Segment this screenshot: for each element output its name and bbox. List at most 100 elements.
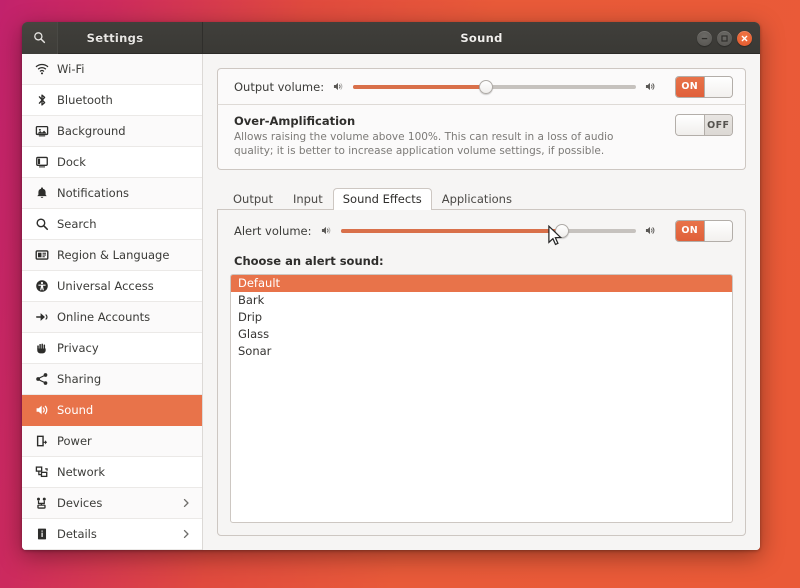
sidebar-item-label: Online Accounts bbox=[57, 310, 192, 324]
window-body: Wi-Fi Bluetooth bbox=[22, 54, 760, 550]
accessibility-icon bbox=[35, 279, 57, 293]
list-item[interactable]: Glass bbox=[231, 326, 732, 343]
sidebar-item-label: Power bbox=[57, 434, 192, 448]
maximize-button[interactable] bbox=[717, 31, 732, 46]
sidebar-item-label: Wi-Fi bbox=[57, 62, 192, 76]
sound-settings-content: Output volume: bbox=[203, 54, 760, 550]
sidebar-item-search[interactable]: Search bbox=[22, 209, 202, 240]
alert-volume-slider[interactable] bbox=[341, 223, 636, 239]
alert-sound-list[interactable]: Default Bark Drip Glass Sonar bbox=[230, 274, 733, 523]
sidebar-item-details[interactable]: Details bbox=[22, 519, 202, 550]
alert-volume-label: Alert volume: bbox=[234, 224, 312, 238]
over-amplification-toggle[interactable]: OFF bbox=[675, 114, 733, 136]
minimize-icon bbox=[700, 34, 709, 43]
share-icon bbox=[35, 372, 57, 386]
sound-tabs: Output Input Sound Effects Applications bbox=[217, 186, 746, 209]
devices-icon bbox=[35, 496, 57, 510]
output-volume-row: Output volume: bbox=[217, 68, 746, 104]
bluetooth-icon bbox=[35, 93, 57, 107]
toggle-knob bbox=[704, 77, 733, 97]
tab-sound-effects[interactable]: Sound Effects bbox=[333, 188, 432, 210]
sidebar-item-power[interactable]: Power bbox=[22, 426, 202, 457]
sidebar-item-label: Search bbox=[57, 217, 192, 231]
sidebar-item-devices[interactable]: Devices bbox=[22, 488, 202, 519]
wifi-icon bbox=[35, 62, 57, 76]
toggle-on-label: ON bbox=[676, 77, 704, 97]
title-bar-sidebar-section: Settings bbox=[22, 22, 203, 53]
settings-window: Settings Sound bbox=[22, 22, 760, 550]
sidebar-item-wifi[interactable]: Wi-Fi bbox=[22, 54, 202, 85]
choose-alert-sound-label: Choose an alert sound: bbox=[230, 254, 733, 268]
slider-fill bbox=[341, 229, 563, 233]
tab-output[interactable]: Output bbox=[223, 188, 283, 210]
sidebar-item-label: Sound bbox=[57, 403, 192, 417]
speaker-high-icon bbox=[644, 224, 657, 237]
sidebar-item-label: Background bbox=[57, 124, 192, 138]
title-bar: Settings Sound bbox=[22, 22, 760, 54]
search-icon bbox=[33, 31, 46, 44]
tab-applications[interactable]: Applications bbox=[432, 188, 522, 210]
sound-speaker-icon bbox=[35, 403, 57, 417]
title-bar-main-section: Sound bbox=[203, 22, 760, 53]
sidebar-item-sound[interactable]: Sound bbox=[22, 395, 202, 426]
power-battery-icon bbox=[35, 434, 57, 448]
sidebar-item-label: Universal Access bbox=[57, 279, 192, 293]
speaker-high-icon bbox=[644, 80, 657, 93]
tab-input[interactable]: Input bbox=[283, 188, 333, 210]
list-item[interactable]: Bark bbox=[231, 292, 732, 309]
speaker-low-icon bbox=[320, 224, 333, 237]
settings-sidebar: Wi-Fi Bluetooth bbox=[22, 54, 203, 550]
search-button[interactable] bbox=[22, 22, 58, 54]
over-amplification-description: Allows raising the volume above 100%. Th… bbox=[234, 130, 651, 159]
close-button[interactable] bbox=[737, 31, 752, 46]
toggle-off-label: OFF bbox=[705, 115, 733, 135]
sidebar-item-online-accounts[interactable]: Online Accounts bbox=[22, 302, 202, 333]
sidebar-item-label: Dock bbox=[57, 155, 192, 169]
over-amplification-title: Over-Amplification bbox=[234, 114, 651, 128]
toggle-on-label: ON bbox=[676, 221, 704, 241]
list-item[interactable]: Drip bbox=[231, 309, 732, 326]
sidebar-item-label: Privacy bbox=[57, 341, 192, 355]
over-amplification-row: Over-Amplification Allows raising the vo… bbox=[217, 104, 746, 170]
sidebar-item-label: Devices bbox=[57, 496, 180, 510]
toggle-knob bbox=[704, 221, 733, 241]
dock-icon bbox=[35, 155, 57, 169]
sidebar-item-label: Region & Language bbox=[57, 248, 192, 262]
alert-volume-row: Alert volume: bbox=[230, 220, 733, 242]
search-icon bbox=[35, 217, 57, 231]
volume-section: Output volume: bbox=[217, 68, 746, 186]
list-item[interactable]: Sonar bbox=[231, 343, 732, 360]
app-title: Settings bbox=[58, 31, 202, 45]
sidebar-item-dock[interactable]: Dock bbox=[22, 147, 202, 178]
sidebar-item-universal-access[interactable]: Universal Access bbox=[22, 271, 202, 302]
sidebar-item-label: Bluetooth bbox=[57, 93, 192, 107]
sidebar-item-label: Network bbox=[57, 465, 192, 479]
over-amplification-text: Over-Amplification Allows raising the vo… bbox=[234, 114, 665, 159]
sidebar-item-network[interactable]: Network bbox=[22, 457, 202, 488]
output-volume-toggle[interactable]: ON bbox=[675, 76, 733, 98]
privacy-hand-icon bbox=[35, 341, 57, 355]
slider-thumb[interactable] bbox=[555, 224, 569, 238]
list-item[interactable]: Default bbox=[231, 275, 732, 292]
chevron-right-icon bbox=[180, 497, 192, 509]
sidebar-item-label: Notifications bbox=[57, 186, 192, 200]
window-controls bbox=[697, 22, 752, 54]
sidebar-item-sharing[interactable]: Sharing bbox=[22, 364, 202, 395]
chevron-right-icon bbox=[180, 528, 192, 540]
slider-thumb[interactable] bbox=[479, 80, 493, 94]
sidebar-item-notifications[interactable]: Notifications bbox=[22, 178, 202, 209]
sound-effects-panel: Alert volume: bbox=[217, 209, 746, 536]
output-volume-slider[interactable] bbox=[353, 79, 636, 95]
minimize-button[interactable] bbox=[697, 31, 712, 46]
sidebar-item-background[interactable]: Background bbox=[22, 116, 202, 147]
region-language-icon bbox=[35, 248, 57, 262]
network-icon bbox=[35, 465, 57, 479]
sidebar-item-privacy[interactable]: Privacy bbox=[22, 333, 202, 364]
sidebar-item-label: Sharing bbox=[57, 372, 192, 386]
maximize-icon bbox=[720, 34, 729, 43]
sidebar-item-region-language[interactable]: Region & Language bbox=[22, 240, 202, 271]
toggle-knob bbox=[676, 115, 705, 135]
alert-volume-toggle[interactable]: ON bbox=[675, 220, 733, 242]
bell-icon bbox=[35, 186, 57, 200]
sidebar-item-bluetooth[interactable]: Bluetooth bbox=[22, 85, 202, 116]
